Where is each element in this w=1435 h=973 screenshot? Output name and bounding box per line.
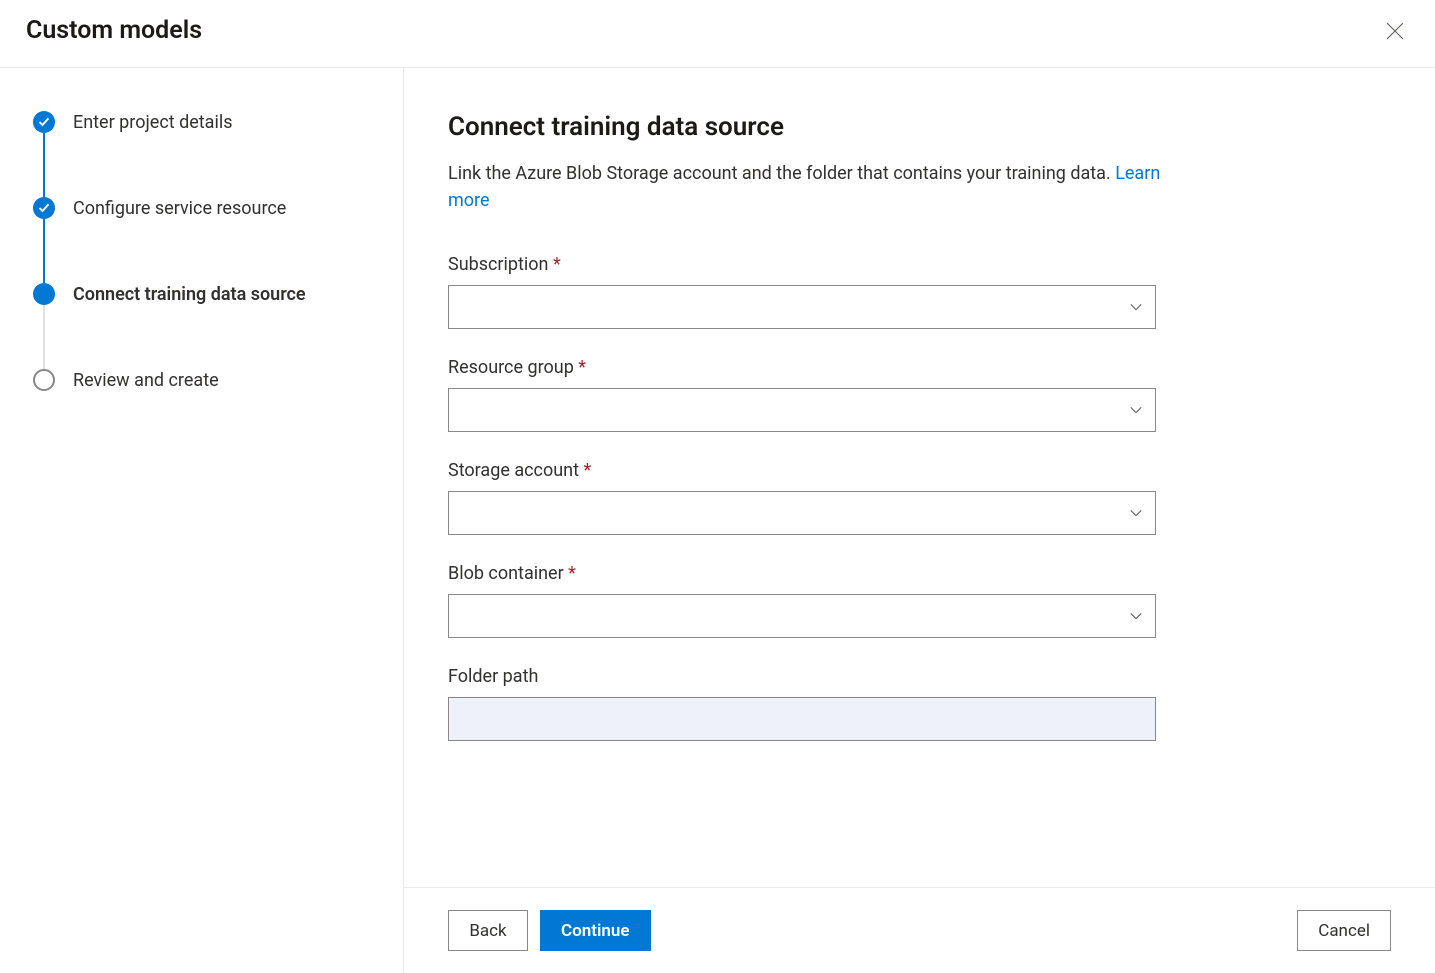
close-button[interactable] bbox=[1381, 17, 1409, 45]
continue-button[interactable]: Continue bbox=[540, 910, 651, 951]
step-label: Enter project details bbox=[73, 112, 233, 133]
chevron-down-icon bbox=[1129, 403, 1143, 417]
step-label: Configure service resource bbox=[73, 198, 286, 219]
blob-container-label: Blob container * bbox=[448, 563, 1391, 584]
step-enter-project-details[interactable]: Enter project details bbox=[33, 111, 377, 197]
back-button[interactable]: Back bbox=[448, 910, 528, 951]
folder-path-input[interactable] bbox=[448, 697, 1156, 741]
check-circle-icon bbox=[33, 197, 55, 219]
page-header: Custom models bbox=[0, 0, 1435, 68]
wizard-sidebar: Enter project details Configure service … bbox=[0, 68, 404, 973]
check-circle-icon bbox=[33, 111, 55, 133]
chevron-down-icon bbox=[1129, 506, 1143, 520]
storage-account-label: Storage account * bbox=[448, 460, 1391, 481]
main-description: Link the Azure Blob Storage account and … bbox=[448, 160, 1168, 214]
subscription-select[interactable] bbox=[448, 285, 1156, 329]
cancel-button[interactable]: Cancel bbox=[1297, 910, 1391, 951]
step-review-and-create[interactable]: Review and create bbox=[33, 369, 377, 391]
step-configure-service-resource[interactable]: Configure service resource bbox=[33, 197, 377, 283]
blob-container-select[interactable] bbox=[448, 594, 1156, 638]
page-title: Custom models bbox=[26, 16, 202, 45]
resource-group-select[interactable] bbox=[448, 388, 1156, 432]
step-label: Connect training data source bbox=[73, 284, 306, 305]
storage-account-select[interactable] bbox=[448, 491, 1156, 535]
folder-path-label: Folder path bbox=[448, 666, 1391, 687]
wizard-footer: Back Continue Cancel bbox=[404, 887, 1435, 973]
main-title: Connect training data source bbox=[448, 112, 1391, 142]
resource-group-label: Resource group * bbox=[448, 357, 1391, 378]
close-icon bbox=[1386, 22, 1404, 40]
step-label: Review and create bbox=[73, 370, 219, 391]
subscription-label: Subscription * bbox=[448, 254, 1391, 275]
current-step-icon bbox=[33, 283, 55, 305]
step-connect-training-data-source[interactable]: Connect training data source bbox=[33, 283, 377, 369]
chevron-down-icon bbox=[1129, 609, 1143, 623]
pending-step-icon bbox=[33, 369, 55, 391]
chevron-down-icon bbox=[1129, 300, 1143, 314]
